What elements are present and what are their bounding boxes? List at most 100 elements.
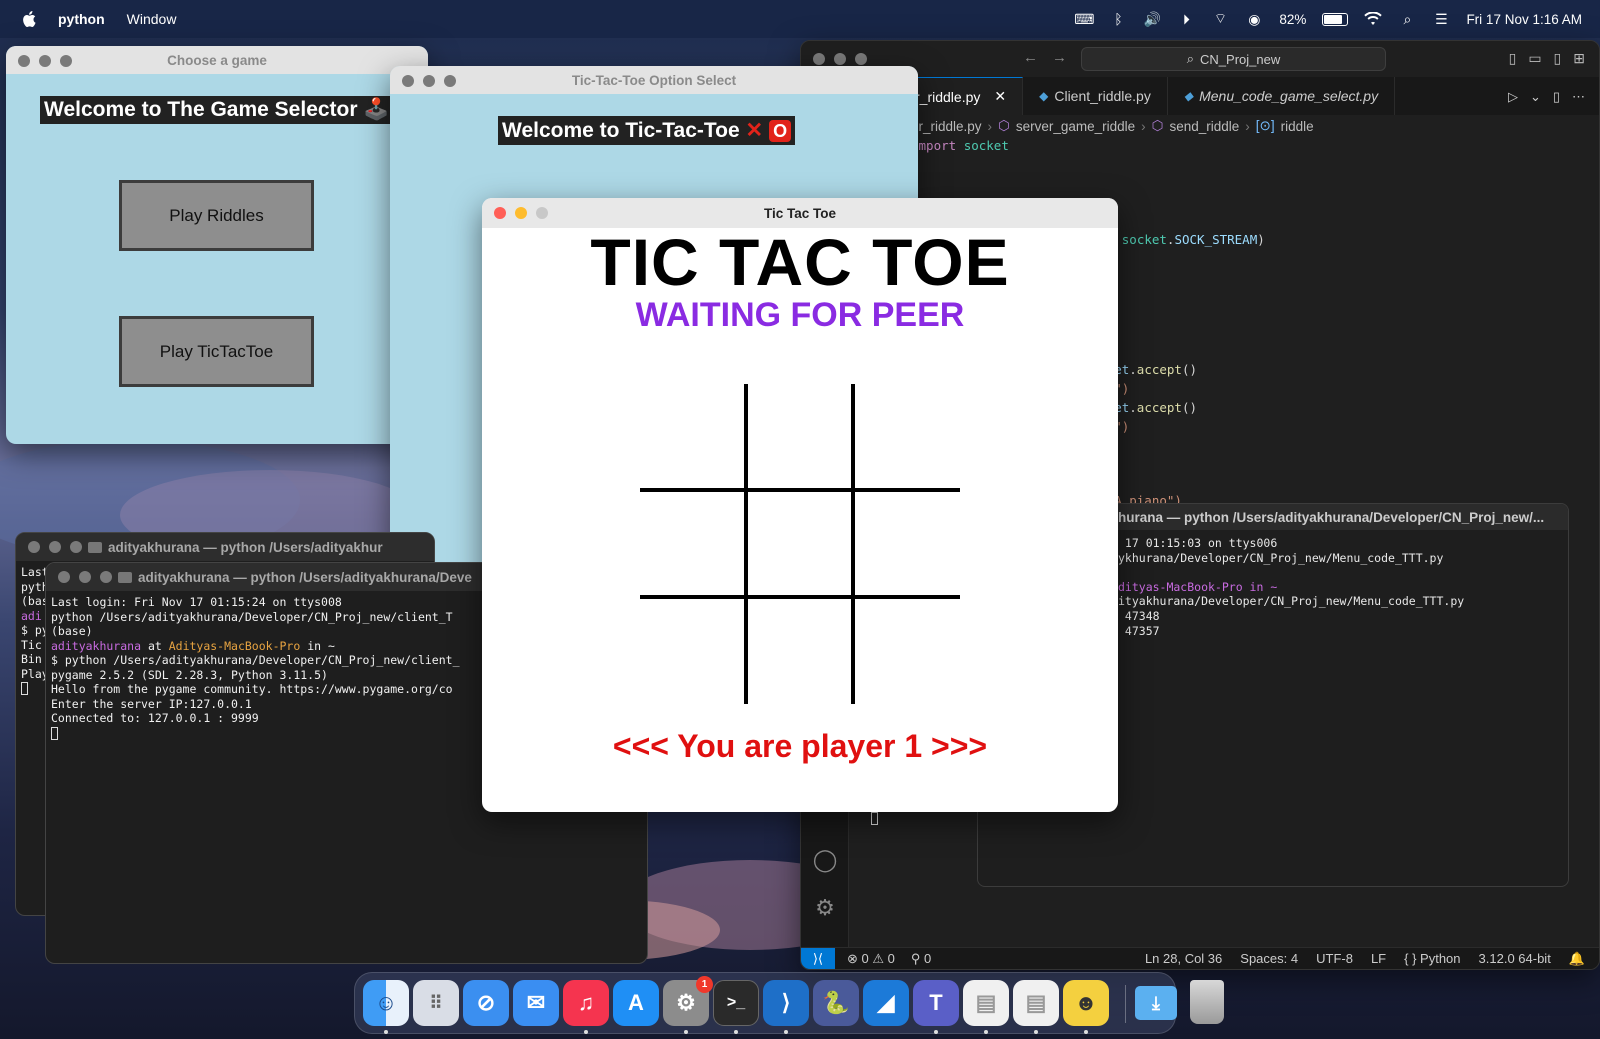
app-store-icon[interactable]: A	[613, 980, 659, 1026]
launchpad-icon[interactable]: ⠿	[413, 980, 459, 1026]
app-name[interactable]: python	[58, 11, 105, 27]
minimize-window-button[interactable]	[515, 207, 527, 219]
language-mode[interactable]: { } Python	[1404, 951, 1460, 967]
play-circle-icon[interactable]: ⏵	[1177, 11, 1195, 27]
minimize-window-button[interactable]	[834, 53, 846, 65]
play-riddles-button[interactable]: Play Riddles	[119, 180, 314, 251]
cyberduck-icon[interactable]: ☻	[1063, 980, 1109, 1026]
zoom-window-button[interactable]	[536, 207, 548, 219]
vscode-icon[interactable]: ⟩	[763, 980, 809, 1026]
teams-icon[interactable]: T	[913, 980, 959, 1026]
system-settings-icon[interactable]: ⚙ 1	[663, 976, 713, 1026]
breadcrumb-function[interactable]: server_game_riddle	[1016, 119, 1135, 134]
music-icon[interactable]: ♫	[563, 980, 609, 1026]
zoom-window-button[interactable]	[855, 53, 867, 65]
zoom-window-button[interactable]	[444, 75, 456, 87]
play-tictactoe-button[interactable]: Play TicTacToe	[119, 316, 314, 387]
python-interpreter[interactable]: 3.12.0 64-bit	[1479, 951, 1551, 967]
bluetooth-icon[interactable]: ᛒ	[1109, 11, 1127, 27]
board-cell[interactable]	[640, 384, 746, 490]
line-ending[interactable]: LF	[1371, 951, 1386, 967]
zoom-window-button[interactable]	[60, 55, 72, 67]
menu-window[interactable]: Window	[127, 11, 177, 27]
apple-icon[interactable]	[22, 10, 38, 28]
close-window-button[interactable]	[58, 571, 70, 583]
close-window-button[interactable]	[813, 53, 825, 65]
airdrop-icon[interactable]: ⌔	[1211, 10, 1229, 26]
volume-icon[interactable]: 🔊	[1143, 11, 1161, 27]
bell-icon[interactable]: 🔔	[1569, 951, 1585, 967]
user-circle-icon[interactable]: ◉	[1245, 11, 1263, 27]
minimize-window-button[interactable]	[49, 541, 61, 553]
customize-layout-icon[interactable]: ⊞	[1573, 50, 1585, 67]
board-cell[interactable]	[747, 491, 853, 597]
board-cell[interactable]	[747, 598, 853, 704]
breadcrumb-variable[interactable]: riddle	[1281, 119, 1314, 134]
python-icon[interactable]: 🐍	[813, 980, 859, 1026]
board-cell[interactable]	[640, 598, 746, 704]
board-cell[interactable]	[854, 598, 960, 704]
forward-arrow-icon[interactable]: →	[1052, 49, 1067, 66]
tictactoe-banner: Welcome to Tic-Tac-Toe ✕ O	[498, 116, 796, 145]
toggle-panel-icon[interactable]: ▭	[1528, 50, 1541, 67]
control-center-icon[interactable]: ☰	[1432, 11, 1450, 27]
finder-icon[interactable]: ☺	[363, 980, 409, 1026]
toggle-secondary-sidebar-icon[interactable]: ▯	[1554, 50, 1562, 67]
close-window-button[interactable]	[28, 541, 40, 553]
close-window-button[interactable]	[18, 55, 30, 67]
minimize-window-button[interactable]	[39, 55, 51, 67]
battery-icon[interactable]	[1322, 12, 1349, 26]
command-center-search[interactable]: ⌕ CN_Proj_new	[1081, 47, 1386, 71]
downloads-folder-icon[interactable]: ⤓	[1133, 980, 1179, 1026]
mail-icon[interactable]: ✉	[513, 980, 559, 1026]
safari-icon[interactable]: ⊘	[463, 980, 509, 1026]
wifi-icon[interactable]	[1364, 12, 1383, 26]
board-cell[interactable]	[747, 384, 853, 490]
terminal-title: adityakhurana — python /Users/adityakhur…	[138, 569, 472, 585]
close-tab-icon[interactable]: ✕	[994, 88, 1006, 105]
tab-server-riddle[interactable]: r_riddle.py ✕	[911, 77, 1024, 115]
chevron-down-icon[interactable]: ⌄	[1530, 89, 1541, 105]
window-titlebar: Choose a game	[6, 46, 428, 74]
notification-badge: 1	[696, 976, 713, 993]
account-icon[interactable]: ◯	[811, 847, 839, 875]
battery-percent[interactable]: 82%	[1279, 12, 1306, 27]
document-icon[interactable]: ▤	[1013, 980, 1059, 1026]
split-editor-icon[interactable]: ▯	[1553, 89, 1560, 105]
minimize-window-button[interactable]	[79, 571, 91, 583]
encoding[interactable]: UTF-8	[1316, 951, 1353, 967]
indentation[interactable]: Spaces: 4	[1240, 951, 1298, 967]
board-cell[interactable]	[854, 491, 960, 597]
breadcrumb: er_riddle.py › ⬡ server_game_riddle › ⬡ …	[911, 118, 1314, 134]
more-actions-icon[interactable]: ⋯	[1572, 89, 1585, 105]
gear-icon[interactable]: ⚙	[811, 895, 839, 923]
game-heading: TIC TAC TOE	[590, 225, 1010, 299]
close-window-button[interactable]	[402, 75, 414, 87]
terminal-icon[interactable]: >_	[713, 980, 759, 1026]
menubar-datetime[interactable]: Fri 17 Nov 1:16 AM	[1466, 12, 1582, 27]
back-arrow-icon[interactable]: ←	[1023, 49, 1038, 66]
zoom-window-button[interactable]	[100, 571, 112, 583]
run-icon[interactable]: ▷	[1508, 89, 1518, 105]
wireshark-icon[interactable]: ◢	[863, 980, 909, 1026]
board-cell[interactable]	[854, 384, 960, 490]
o-button-icon: O	[769, 120, 792, 142]
board-cell[interactable]	[640, 491, 746, 597]
toggle-sidebar-icon[interactable]: ▯	[1509, 50, 1517, 67]
tab-menu-code-game-select[interactable]: ◆ Menu_code_game_select.py	[1168, 77, 1396, 115]
breadcrumb-function[interactable]: send_riddle	[1169, 119, 1239, 134]
document-icon[interactable]: ▤	[963, 980, 1009, 1026]
minimize-window-button[interactable]	[423, 75, 435, 87]
remote-icon[interactable]: ⟩⟨	[801, 947, 835, 969]
close-window-button[interactable]	[494, 207, 506, 219]
breadcrumb-file[interactable]: er_riddle.py	[911, 119, 982, 134]
ports-indicator[interactable]: ⚲ 0	[911, 951, 931, 967]
trash-icon[interactable]	[1190, 980, 1224, 1024]
game-selector-banner: Welcome to The Game Selector 🕹️	[40, 96, 394, 124]
tab-client-riddle[interactable]: ◆ Client_riddle.py	[1023, 77, 1168, 115]
zoom-window-button[interactable]	[70, 541, 82, 553]
cursor-position[interactable]: Ln 28, Col 36	[1145, 951, 1222, 967]
problems-indicator[interactable]: ⊗ 0 ⚠ 0	[847, 951, 895, 967]
keyboard-icon[interactable]: ⌨	[1074, 11, 1094, 27]
search-icon[interactable]: ⌕	[1398, 11, 1416, 27]
